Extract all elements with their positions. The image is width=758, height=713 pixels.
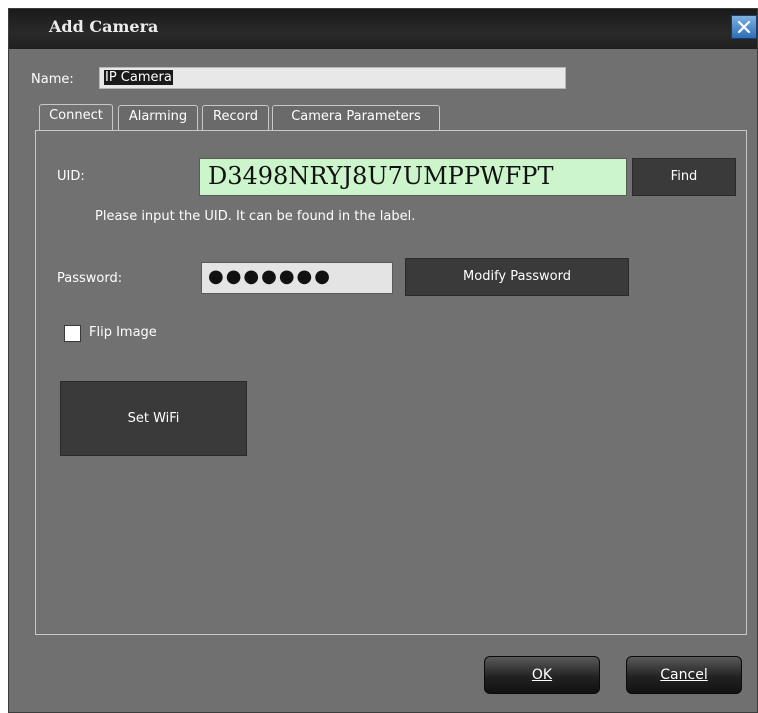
add-camera-dialog: Add Camera Name: IP Camera Connect Alarm… — [8, 8, 758, 713]
cancel-button-label: Cancel — [660, 667, 708, 683]
uid-hint-text: Please input the UID. It can be found in… — [95, 209, 416, 224]
find-button[interactable]: Find — [632, 158, 736, 196]
modify-password-button[interactable]: Modify Password — [405, 258, 629, 296]
flip-image-checkbox[interactable] — [64, 325, 81, 342]
name-label: Name: — [31, 72, 74, 87]
close-button[interactable] — [731, 15, 757, 39]
title-bar[interactable]: Add Camera — [9, 9, 757, 49]
tab-connect[interactable]: Connect — [39, 104, 113, 131]
uid-input[interactable]: D3498NRYJ8U7UMPPWFPT — [199, 158, 627, 196]
window-title: Add Camera — [49, 17, 159, 36]
cancel-button[interactable]: Cancel — [626, 656, 742, 694]
set-wifi-button[interactable]: Set WiFi — [60, 381, 247, 456]
tab-record[interactable]: Record — [202, 105, 269, 131]
ok-button[interactable]: OK — [484, 656, 600, 694]
password-label: Password: — [57, 271, 123, 286]
uid-label: UID: — [57, 169, 85, 184]
tab-alarming[interactable]: Alarming — [118, 105, 198, 131]
tab-camera-parameters[interactable]: Camera Parameters — [272, 105, 440, 131]
password-input[interactable]: ●●●●●●● — [201, 262, 393, 294]
close-icon — [737, 20, 751, 34]
name-input[interactable]: IP Camera — [99, 67, 566, 89]
name-input-value: IP Camera — [104, 70, 173, 85]
ok-button-label: OK — [531, 667, 553, 683]
flip-image-label[interactable]: Flip Image — [89, 325, 157, 340]
